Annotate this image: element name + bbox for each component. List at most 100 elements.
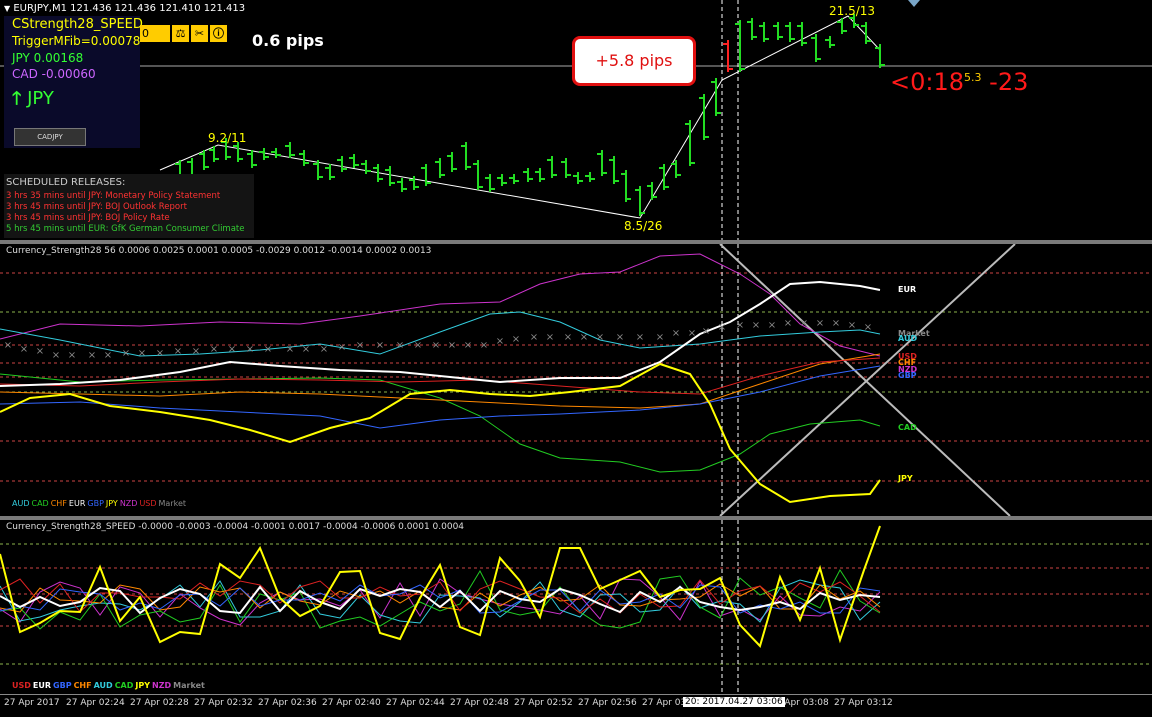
strength-legend: AUD CAD CHF EUR GBP JPY NZD USD Market	[12, 499, 186, 508]
price-bar	[361, 160, 371, 174]
countdown: <0:185.3 -23	[890, 68, 1029, 96]
time-label: 27 Apr 02:36	[258, 698, 317, 708]
info-icon[interactable]: ⓘ	[210, 25, 227, 42]
pips-label: 0.6 pips	[252, 31, 324, 50]
legend-chf[interactable]: CHF	[51, 499, 67, 508]
price-bar	[485, 174, 495, 192]
time-label: 27 Apr 02:48	[450, 698, 509, 708]
legend-usd[interactable]: USD	[12, 681, 31, 690]
market-marker: ×	[286, 344, 294, 355]
price-bar	[535, 168, 545, 182]
market-marker: ×	[596, 332, 604, 343]
market-marker: ×	[530, 332, 538, 343]
market-marker: ×	[636, 332, 644, 343]
legend-market[interactable]: Market	[159, 499, 187, 508]
tools-icon[interactable]: ✂	[191, 25, 208, 42]
market-marker: ×	[4, 340, 12, 351]
speed-legend: USD EUR GBP CHF AUD CAD JPY NZD Market	[12, 681, 205, 690]
legend-cad[interactable]: CAD	[32, 499, 49, 508]
market-marker: ×	[496, 336, 504, 347]
market-marker: ×	[20, 344, 28, 355]
info-panel: CStrength28_SPEED TriggerMFib=0.00078 JP…	[4, 16, 143, 148]
price-bar	[285, 142, 295, 158]
legend-nzd[interactable]: NZD	[120, 499, 138, 508]
fib-label-2: 8.5/26	[624, 219, 663, 233]
market-marker: ×	[210, 344, 218, 355]
price-bar	[349, 154, 359, 168]
info-line-2: TriggerMFib=0.00078	[12, 34, 141, 48]
price-bar	[861, 22, 871, 44]
market-marker: ×	[736, 320, 744, 331]
market-marker: ×	[480, 340, 488, 351]
market-marker: ×	[512, 334, 520, 345]
legend-cad[interactable]: CAD	[115, 681, 134, 690]
legend-aud[interactable]: AUD	[94, 681, 113, 690]
price-bar	[271, 148, 281, 158]
market-marker: ×	[338, 342, 346, 353]
cadjpy-button[interactable]: CADJPY	[14, 128, 86, 146]
market-marker: ×	[104, 350, 112, 361]
price-bar	[325, 164, 335, 180]
price-chart-panel[interactable]: ▼ EURJPY,M1 121.436 121.436 121.410 121.…	[0, 0, 1152, 240]
news-header: SCHEDULED RELEASES:	[6, 177, 126, 188]
legend-nzd[interactable]: NZD	[152, 681, 171, 690]
market-marker: ×	[616, 332, 624, 343]
legend-aud[interactable]: AUD	[12, 499, 30, 508]
legend-market[interactable]: Market	[173, 681, 205, 690]
price-bar	[785, 22, 795, 42]
price-bar	[875, 44, 885, 68]
legend-jpy[interactable]: JPY	[135, 681, 150, 690]
strength-panel[interactable]: × × × × × × × × × × × × × × × × × × × × × × × × × × × × × × × × × × × × × × × ×…	[0, 244, 1152, 516]
strength-label-gbp: GBP	[898, 371, 917, 380]
market-marker: ×	[68, 350, 76, 361]
market-marker: ×	[864, 322, 872, 333]
price-bar	[659, 164, 669, 190]
market-marker: ×	[264, 344, 272, 355]
info-line-4: CAD -0.00060	[12, 67, 96, 81]
legend-usd[interactable]: USD	[139, 499, 156, 508]
price-bar	[609, 156, 619, 184]
market-marker: ×	[688, 328, 696, 339]
legend-chf[interactable]: CHF	[74, 681, 92, 690]
time-label: 27 Apr 02:40	[322, 698, 381, 708]
market-marker: ×	[302, 344, 310, 355]
info-line-1: CStrength28_SPEED	[12, 17, 143, 32]
info-strong-currency: 🡑 JPY	[12, 88, 54, 109]
strength-line	[0, 373, 881, 473]
market-marker: ×	[88, 350, 96, 361]
price-bar	[199, 150, 209, 170]
speed-line	[0, 579, 881, 624]
price-bar	[447, 152, 457, 172]
speed-panel[interactable]: Currency_Strength28_SPEED -0.0000 -0.000…	[0, 520, 1152, 694]
legend-eur[interactable]: EUR	[69, 499, 85, 508]
market-marker: ×	[356, 340, 364, 351]
time-label: 27 Apr 02:52	[514, 698, 573, 708]
market-marker: ×	[192, 346, 200, 357]
speed-line	[0, 578, 881, 626]
chart-collapse-icon[interactable]	[908, 0, 920, 7]
price-bar	[247, 150, 257, 168]
market-marker: ×	[832, 318, 840, 329]
market-marker: ×	[52, 350, 60, 361]
info-toolbar: 0 ⚖ ✂ ⓘ	[140, 25, 227, 42]
market-marker: ×	[122, 348, 130, 359]
legend-gbp[interactable]: GBP	[53, 681, 72, 690]
market-marker: ×	[320, 344, 328, 355]
market-marker: ×	[396, 340, 404, 351]
legend-jpy[interactable]: JPY	[106, 499, 118, 508]
legend-eur[interactable]: EUR	[33, 681, 51, 690]
legend-gbp[interactable]: GBP	[87, 499, 104, 508]
price-bar	[723, 40, 733, 72]
market-marker: ×	[718, 322, 726, 333]
info-line-3: JPY 0.00168	[12, 51, 84, 65]
price-bar	[573, 172, 583, 184]
fib-label-1: 9.2/11	[208, 131, 247, 145]
scale-icon[interactable]: ⚖	[172, 25, 189, 42]
market-marker: ×	[228, 344, 236, 355]
market-marker: ×	[656, 332, 664, 343]
market-marker: ×	[784, 318, 792, 329]
dropdown-arrow-icon[interactable]: ▼	[4, 4, 10, 13]
toolbar-value[interactable]: 0	[140, 25, 170, 42]
price-bar	[233, 142, 243, 162]
time-label: 27 Apr 02:24	[66, 698, 125, 708]
